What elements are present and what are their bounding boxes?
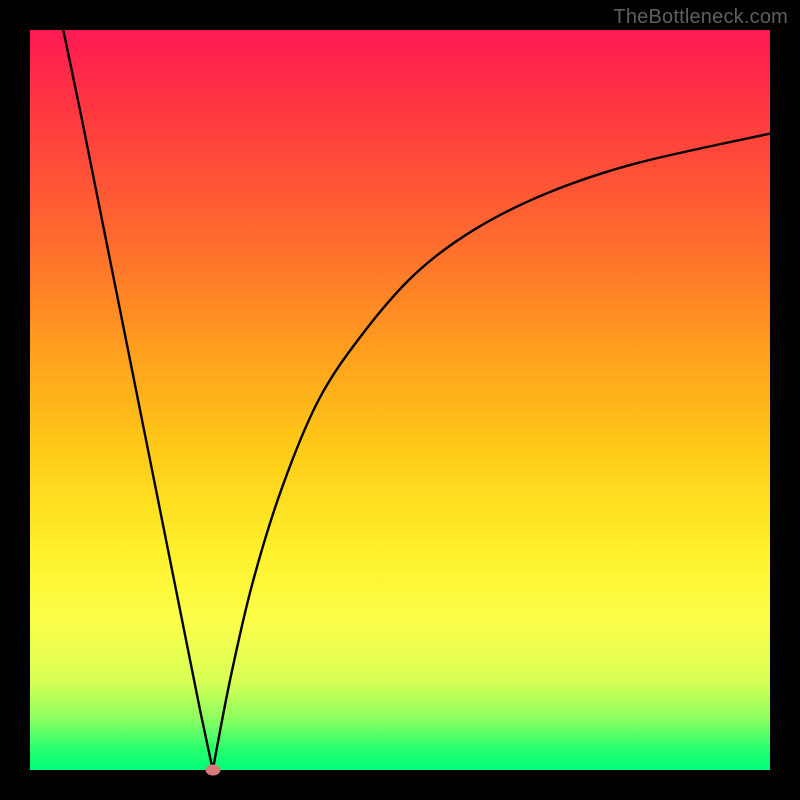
plot-area bbox=[30, 30, 770, 770]
attribution-label: TheBottleneck.com bbox=[613, 6, 788, 29]
dip-marker bbox=[205, 765, 220, 776]
chart-frame: TheBottleneck.com bbox=[0, 0, 800, 800]
bottleneck-curve bbox=[63, 30, 770, 770]
curve-svg bbox=[30, 30, 770, 770]
